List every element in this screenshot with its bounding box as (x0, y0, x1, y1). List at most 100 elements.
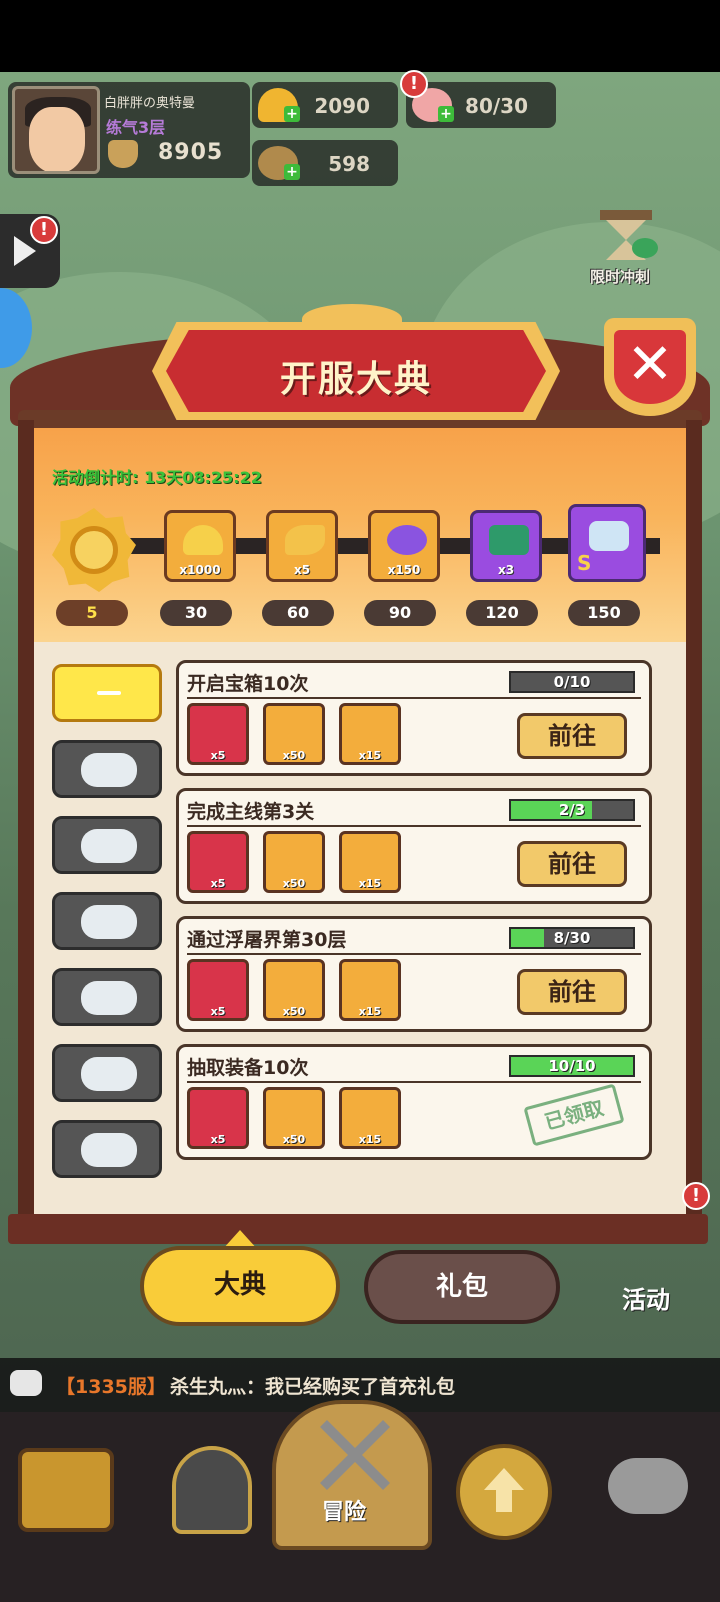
reward-scroll-icon[interactable]: x5 (187, 703, 249, 765)
gold-resource[interactable]: + 2090 (252, 82, 398, 128)
milestone-reward-2[interactable]: x5 (266, 510, 338, 582)
quest-card-3: 通过浮屠界第30层 8/30 x5 x50 x15 前往 (176, 916, 652, 1032)
play-icon (14, 236, 36, 266)
reward-egg-icon[interactable]: x15 (339, 703, 401, 765)
milestone-reward-3[interactable]: x150 (368, 510, 440, 582)
item-count: x15 (358, 877, 382, 890)
player-name: 白胖胖の奥特曼 (104, 96, 196, 111)
power-icon (108, 140, 138, 168)
nav-locked-icon[interactable] (600, 1428, 706, 1548)
countdown-label: 活动倒计时: (52, 468, 139, 487)
combat-power: 8905 (158, 140, 224, 165)
reward-count: x3 (497, 563, 515, 577)
coin-resource[interactable]: + 598 (252, 140, 398, 186)
goto-button[interactable]: 前往 (517, 713, 627, 759)
crossed-swords-icon (320, 1420, 390, 1490)
item-count: x50 (282, 877, 306, 890)
milestone-points-5: 150 (568, 600, 640, 626)
panel-bottom-beam (8, 1214, 708, 1244)
quest-progress-text: 2/3 (558, 801, 586, 819)
item-count: x50 (282, 1005, 306, 1018)
activity-alert-icon: ! (682, 1182, 710, 1210)
claimed-stamp: 已领取 (523, 1083, 625, 1147)
milestone-reward-4[interactable]: x3 (470, 510, 542, 582)
reward-count: x5 (293, 563, 311, 577)
goto-button[interactable]: 前往 (517, 841, 627, 887)
quest-progress: 2/3 (509, 799, 635, 821)
item-count: x50 (282, 1133, 306, 1146)
quest-title: 通过浮屠界第30层 (187, 929, 347, 951)
quest-card-4: 抽取装备10次 10/10 x5 x50 x15 已领取 (176, 1044, 652, 1160)
panel-title: 开服大典 (279, 359, 432, 400)
item-count: x5 (210, 877, 226, 890)
nav-upgrade-icon[interactable] (450, 1428, 556, 1548)
reward-gold-icon[interactable]: x50 (263, 831, 325, 893)
day-tab-6[interactable] (52, 1044, 162, 1102)
goto-button[interactable]: 前往 (517, 969, 627, 1015)
day-tab-5[interactable] (52, 968, 162, 1026)
add-coin-button[interactable]: + (284, 164, 300, 180)
item-count: x5 (210, 1133, 226, 1146)
quest-card-1: 开启宝箱10次 0/10 x5 x50 x15 前往 (176, 660, 652, 776)
close-button[interactable]: ✕ (604, 318, 696, 416)
stamina-alert-icon: ! (400, 70, 428, 98)
day-tab-2[interactable] (52, 740, 162, 798)
lock-icon (81, 1133, 137, 1167)
reward-egg-icon[interactable]: x15 (339, 831, 401, 893)
activity-button[interactable]: 活动 (622, 1280, 670, 1315)
sprint-label[interactable]: 限时冲刺 (590, 266, 650, 287)
nav-adventure-label: 冒险 (322, 1500, 367, 1525)
item-count: x5 (210, 749, 226, 762)
milestone-reward-1[interactable]: x1000 (164, 510, 236, 582)
quest-progress: 8/30 (509, 927, 635, 949)
nav-adventure[interactable] (272, 1400, 432, 1550)
milestone-points-1: 30 (160, 600, 232, 626)
add-gold-button[interactable]: + (284, 106, 300, 122)
quest-title: 完成主线第3关 (187, 801, 315, 823)
reward-gold-icon[interactable]: x50 (263, 1087, 325, 1149)
tab-gift[interactable]: 礼包 (364, 1250, 560, 1324)
quest-progress-text: 10/10 (548, 1057, 596, 1075)
gold-value: 2090 (314, 94, 370, 118)
active-tab-label (97, 691, 121, 695)
quest-progress-text: 8/30 (553, 929, 591, 947)
add-stamina-button[interactable]: + (438, 106, 454, 122)
milestone-points-2: 60 (262, 600, 334, 626)
chat-icon[interactable] (10, 1370, 42, 1396)
quest-title: 开启宝箱10次 (187, 673, 309, 695)
reward-scroll-icon[interactable]: x5 (187, 959, 249, 1021)
reward-scroll-icon[interactable]: x5 (187, 1087, 249, 1149)
play-alert-icon: ! (30, 216, 58, 244)
milestone-points-3: 90 (364, 600, 436, 626)
quest-title: 抽取装备10次 (187, 1057, 309, 1079)
player-level: 练气3层 (106, 118, 166, 137)
countdown: 活动倒计时: 13天08:25:22 (52, 464, 262, 488)
nav-helmet-icon[interactable] (160, 1428, 266, 1548)
stamina-value: 80/30 (465, 94, 528, 118)
player-avatar[interactable] (12, 86, 100, 174)
quest-progress: 10/10 (509, 1055, 635, 1077)
reward-egg-icon[interactable]: x15 (339, 1087, 401, 1149)
close-icon[interactable]: ✕ (614, 330, 686, 404)
purple-egg-icon (387, 525, 427, 555)
jade-chest-icon (489, 525, 529, 555)
gold-ingot-icon (183, 525, 223, 555)
milestone-reward-5[interactable]: S (568, 504, 646, 582)
day-tab-1[interactable] (52, 664, 162, 722)
reward-egg-icon[interactable]: x15 (339, 959, 401, 1021)
rarity-label: S (577, 551, 592, 575)
reward-scroll-icon[interactable]: x5 (187, 831, 249, 893)
nav-treasure-chest-icon[interactable] (12, 1428, 118, 1548)
reward-gold-icon[interactable]: x50 (263, 703, 325, 765)
tab-ceremony[interactable]: 大典 (140, 1246, 340, 1326)
stamina-resource[interactable]: + 80/30 (406, 82, 556, 128)
reward-gold-icon[interactable]: x50 (263, 959, 325, 1021)
milestone-points-4: 120 (466, 600, 538, 626)
day-tab-7[interactable] (52, 1120, 162, 1178)
lock-icon (81, 753, 137, 787)
coin-value: 598 (328, 152, 370, 176)
day-tab-3[interactable] (52, 816, 162, 874)
day-tab-4[interactable] (52, 892, 162, 950)
reward-count: x1000 (179, 563, 221, 577)
item-count: x15 (358, 749, 382, 762)
